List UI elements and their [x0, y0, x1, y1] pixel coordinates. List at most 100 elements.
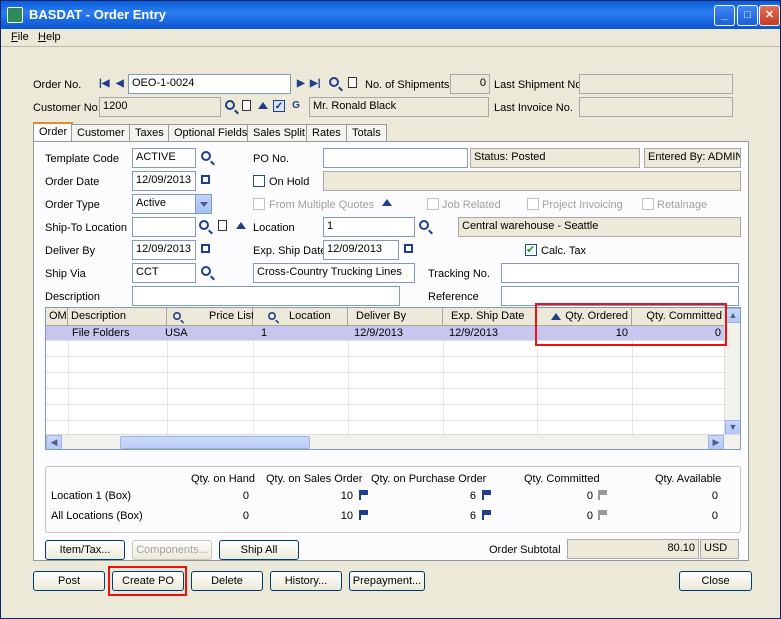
exp-ship-date-field[interactable]: 12/09/2013	[323, 240, 399, 260]
col-header-deliver-by[interactable]: Deliver By	[348, 308, 443, 326]
committed-drilldown-icon[interactable]	[598, 490, 607, 500]
previous-record-icon[interactable]: ◀	[116, 78, 124, 89]
on-hold-label: On Hold	[269, 176, 310, 188]
last-record-icon[interactable]: ▶|	[310, 78, 321, 89]
history-button[interactable]: History...	[270, 571, 342, 591]
order-date-calendar-icon[interactable]	[201, 175, 210, 184]
description-label: Description	[45, 291, 101, 303]
prepayment-button[interactable]: Prepayment...	[349, 571, 425, 591]
last-invoice-label: Last Invoice No.	[494, 102, 573, 114]
sales-order-drilldown-icon[interactable]	[359, 490, 368, 500]
table-row-empty[interactable]	[46, 358, 724, 373]
scroll-left-icon[interactable]: ◀	[46, 435, 62, 449]
order-type-select[interactable]: Active	[132, 194, 212, 214]
horizontal-scroll-thumb[interactable]	[120, 436, 310, 449]
order-finder-icon[interactable]	[329, 77, 339, 87]
tab-sales-split[interactable]: Sales Split	[247, 124, 311, 142]
col-header-om[interactable]: OM	[46, 308, 68, 326]
order-no-field[interactable]: OEO-1-0024	[128, 74, 291, 94]
ship-to-zoom-icon[interactable]	[236, 222, 246, 229]
maximize-button[interactable]: □	[737, 5, 758, 26]
horizontal-scrollbar[interactable]: ◀ ▶	[46, 434, 740, 449]
minimize-button[interactable]: _	[714, 5, 735, 26]
customer-doc-icon[interactable]	[242, 100, 251, 111]
ship-to-field[interactable]	[132, 217, 196, 237]
po-drilldown-icon[interactable]	[482, 490, 491, 500]
location-col-finder-icon[interactable]	[268, 312, 276, 320]
ship-via-finder-icon[interactable]	[201, 266, 211, 276]
menu-file[interactable]: File	[11, 31, 29, 43]
close-window-button[interactable]: ✕	[759, 5, 780, 26]
project-invoicing-checkbox[interactable]	[527, 198, 539, 210]
ship-all-button[interactable]: Ship All	[219, 540, 299, 560]
col-header-description[interactable]: Description	[68, 308, 167, 326]
post-button[interactable]: Post	[33, 571, 105, 591]
calc-tax-checkbox[interactable]	[525, 243, 537, 256]
po-drilldown-icon[interactable]	[482, 510, 491, 520]
qty-committed-value: 0	[586, 510, 593, 522]
table-row-empty[interactable]	[46, 374, 724, 389]
col-header-price-list[interactable]: Price List	[167, 308, 254, 326]
location-finder-icon[interactable]	[419, 220, 429, 230]
ship-to-new-icon[interactable]	[218, 220, 227, 231]
tracking-no-field[interactable]	[501, 263, 739, 283]
tab-totals[interactable]: Totals	[346, 124, 387, 142]
po-no-field[interactable]	[323, 148, 468, 168]
close-button[interactable]: Close	[679, 571, 752, 591]
delete-button[interactable]: Delete	[191, 571, 263, 591]
menu-help[interactable]: Help	[38, 31, 61, 43]
table-row-empty[interactable]	[46, 390, 724, 405]
components-button[interactable]: Components...	[132, 540, 212, 560]
qty-on-sales-value: 10	[340, 510, 353, 522]
exp-ship-date-calendar-icon[interactable]	[404, 244, 413, 253]
quotes-zoom-icon[interactable]	[382, 199, 392, 206]
reference-label: Reference	[428, 291, 479, 303]
price-list-finder-icon[interactable]	[173, 312, 181, 320]
ship-to-finder-icon[interactable]	[199, 220, 209, 230]
sales-order-drilldown-icon[interactable]	[359, 510, 368, 520]
description-field[interactable]	[132, 286, 400, 306]
deliver-by-calendar-icon[interactable]	[201, 244, 210, 253]
first-record-icon[interactable]: |◀	[99, 78, 110, 89]
table-row-empty[interactable]	[46, 406, 724, 421]
item-tax-button[interactable]: Item/Tax...	[45, 540, 125, 560]
on-hold-checkbox[interactable]	[253, 175, 265, 187]
tab-order[interactable]: Order	[33, 122, 74, 143]
next-record-icon[interactable]: ▶	[297, 78, 305, 89]
on-hold-reason-field	[323, 171, 741, 191]
committed-drilldown-icon[interactable]	[598, 510, 607, 520]
deliver-by-field[interactable]: 12/09/2013	[132, 240, 196, 260]
col-header-location[interactable]: Location	[253, 308, 348, 326]
scroll-up-icon[interactable]: ▲	[725, 308, 740, 323]
template-finder-icon[interactable]	[201, 151, 211, 161]
col-header-location-label: Location	[289, 310, 331, 322]
tab-taxes[interactable]: Taxes	[129, 124, 170, 142]
cell-exp-ship-date: 12/9/2013	[449, 327, 498, 339]
from-multiple-quotes-checkbox[interactable]	[253, 198, 265, 210]
retainage-checkbox[interactable]	[642, 198, 654, 210]
currency-field: USD	[700, 539, 739, 559]
job-related-checkbox[interactable]	[427, 198, 439, 210]
customer-name-field: Mr. Ronald Black	[309, 97, 489, 117]
ship-via-label: Ship Via	[45, 268, 86, 280]
tab-optional-fields[interactable]: Optional Fields	[168, 124, 254, 142]
tab-customer[interactable]: Customer	[71, 124, 131, 142]
customer-edit-icon[interactable]: ✓	[273, 100, 285, 112]
location-field[interactable]: 1	[323, 217, 415, 237]
ship-via-field[interactable]: CCT	[132, 263, 196, 283]
scroll-down-icon[interactable]: ▼	[725, 420, 740, 435]
scroll-right-icon[interactable]: ▶	[708, 435, 724, 449]
chevron-down-icon[interactable]	[195, 195, 211, 213]
project-invoicing-label: Project Invoicing	[542, 199, 623, 211]
customer-zoom-icon[interactable]	[258, 102, 268, 109]
template-code-field[interactable]: ACTIVE	[132, 148, 196, 168]
customer-goto-icon[interactable]: G	[290, 100, 302, 112]
job-related-label: Job Related	[442, 199, 501, 211]
order-date-field[interactable]: 12/09/2013	[132, 171, 196, 191]
col-header-exp-ship-date[interactable]: Exp. Ship Date	[443, 308, 537, 326]
tracking-no-label: Tracking No.	[428, 268, 490, 280]
customer-finder-icon[interactable]	[225, 100, 235, 110]
new-order-icon[interactable]	[348, 77, 357, 88]
tab-rates[interactable]: Rates	[306, 124, 347, 142]
ship-via-desc-field[interactable]: Cross-Country Trucking Lines	[253, 263, 415, 283]
